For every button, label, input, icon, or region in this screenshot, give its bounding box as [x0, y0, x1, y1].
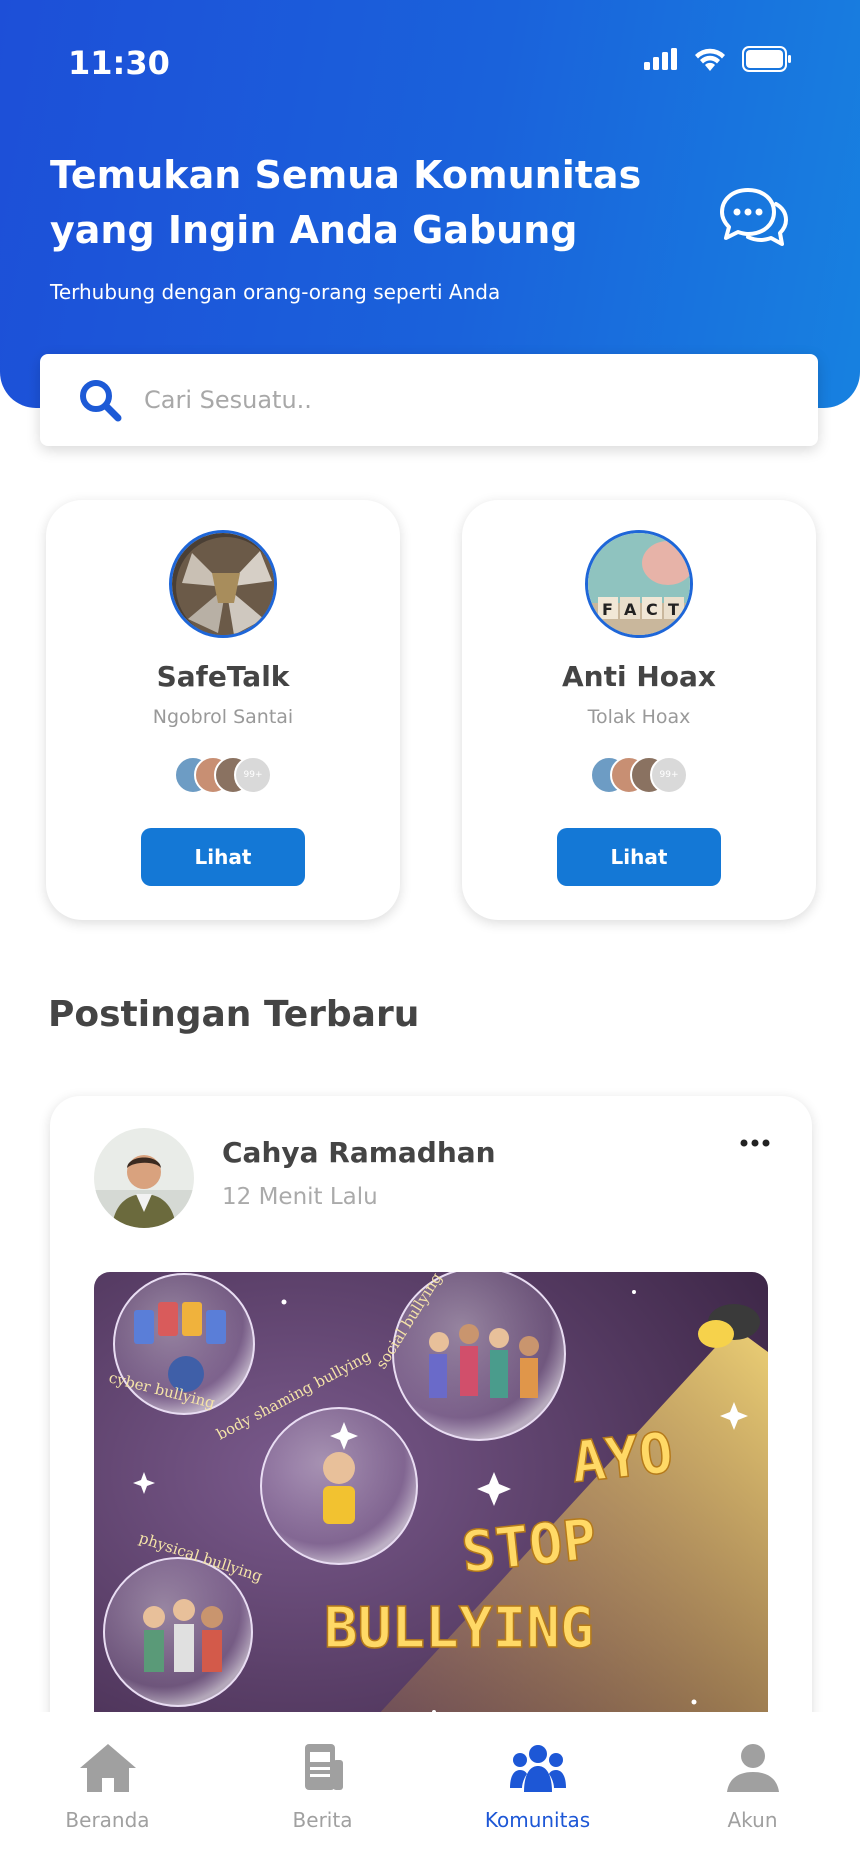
- post-author: Cahya Ramadhan: [222, 1136, 496, 1169]
- community-avatar: [169, 530, 277, 638]
- page-title: Temukan Semua Komunitas yang Ingin Anda …: [50, 153, 642, 252]
- member-avatars: 99+: [590, 756, 690, 796]
- member-count-badge: 99+: [650, 756, 688, 794]
- home-icon: [79, 1744, 136, 1792]
- community-name: Anti Hoax: [562, 660, 716, 693]
- community-name: SafeTalk: [156, 660, 290, 693]
- header-banner: 11:30 Temukan Semua Komunitas yang Ingin…: [0, 0, 860, 408]
- nav-item-berita[interactable]: Berita: [223, 1742, 423, 1832]
- community-card-anti-hoax[interactable]: F A C T Anti Hoax Tolak Hoax 99+ Lihat: [462, 500, 816, 920]
- member-count-badge: 99+: [234, 756, 272, 794]
- author-avatar[interactable]: [94, 1128, 194, 1228]
- view-community-button[interactable]: Lihat: [557, 828, 721, 886]
- nav-item-beranda[interactable]: Beranda: [8, 1742, 208, 1832]
- search-bar[interactable]: [40, 354, 818, 446]
- chat-icon[interactable]: [718, 186, 790, 250]
- nav-label: Komunitas: [484, 1808, 591, 1832]
- post-image[interactable]: cyber bullying body shaming bullying soc…: [94, 1272, 768, 1772]
- nav-item-akun[interactable]: Akun: [653, 1742, 853, 1832]
- community-avatar: F A C T: [585, 530, 693, 638]
- svg-text:F: F: [602, 600, 613, 619]
- nav-label: Beranda: [65, 1808, 150, 1832]
- bottom-navigation: Beranda Berita Komunitas Akun: [0, 1712, 860, 1864]
- account-icon: [726, 1744, 779, 1792]
- member-avatars: 99+: [174, 756, 274, 796]
- svg-text:T: T: [668, 600, 679, 619]
- signal-icon: [644, 48, 677, 70]
- nav-label: Berita: [292, 1808, 353, 1832]
- news-icon: [304, 1744, 343, 1790]
- search-icon: [80, 380, 122, 422]
- community-tagline: Tolak Hoax: [587, 706, 691, 728]
- svg-text:A: A: [624, 600, 637, 619]
- battery-icon: [742, 46, 791, 72]
- nav-label: Akun: [727, 1808, 778, 1832]
- view-community-button[interactable]: Lihat: [141, 828, 305, 886]
- community-tagline: Ngobrol Santai: [152, 706, 294, 728]
- image-headline-line3: BULLYING: [324, 1596, 594, 1661]
- wifi-icon: [695, 48, 725, 71]
- image-headline-line1: AYO: [569, 1421, 676, 1496]
- more-options-icon[interactable]: [740, 1136, 770, 1150]
- status-time: 11:30: [68, 44, 170, 82]
- page-subtitle: Terhubung dengan orang-orang seperti And…: [50, 280, 501, 304]
- svg-text:C: C: [646, 600, 658, 619]
- section-title: Postingan Terbaru: [48, 994, 420, 1035]
- post-timestamp: 12 Menit Lalu: [222, 1184, 378, 1210]
- search-input[interactable]: [144, 386, 744, 414]
- status-icons: [644, 46, 792, 72]
- nav-item-komunitas[interactable]: Komunitas: [438, 1742, 638, 1832]
- community-card-safetalk[interactable]: SafeTalk Ngobrol Santai 99+ Lihat: [46, 500, 400, 920]
- community-icon: [509, 1745, 566, 1792]
